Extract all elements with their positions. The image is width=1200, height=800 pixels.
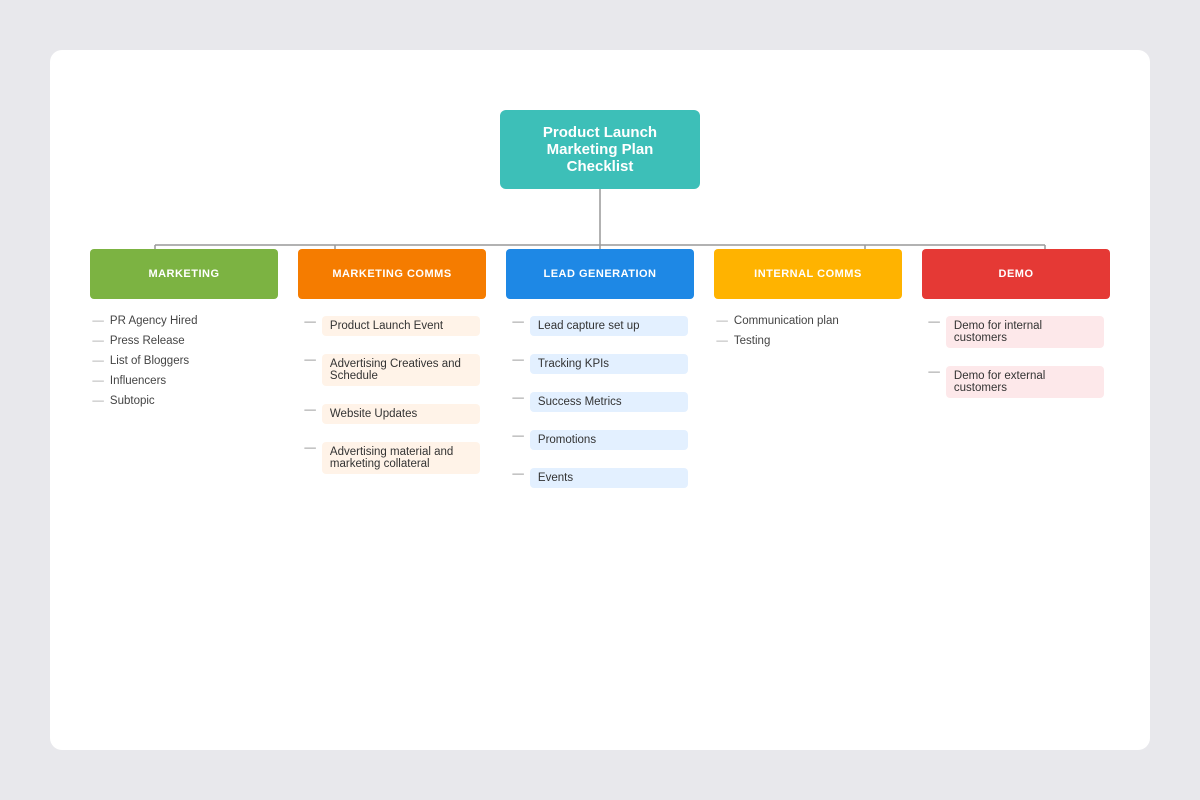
list-item: Promotions [506,425,693,459]
lead-gen-items: Lead capture set up Tracking KPIs Succes… [506,311,693,501]
internal-comms-items: Communication plan Testing [714,311,901,351]
list-item: Testing [714,331,901,351]
branches-container: MARKETING PR Agency Hired Press Release … [50,249,1150,501]
branch-internal-comms: INTERNAL COMMS Communication plan Testin… [714,249,901,501]
root-label: Product Launch Marketing Plan Checklist [543,124,657,175]
list-item: Subtopic [90,391,277,411]
branch-lead-generation: LEAD GENERATION Lead capture set up Trac… [506,249,693,501]
list-item: PR Agency Hired [90,311,277,331]
list-item: Communication plan [714,311,901,331]
list-item: Demo for external customers [922,361,1109,407]
list-item: Lead capture set up [506,311,693,345]
category-marketing: MARKETING [90,249,277,299]
category-internal-comms: INTERNAL COMMS [714,249,901,299]
category-lead-generation: LEAD GENERATION [506,249,693,299]
list-item: Influencers [90,371,277,391]
list-item: Events [506,463,693,497]
list-item: Tracking KPIs [506,349,693,383]
branch-marketing: MARKETING PR Agency Hired Press Release … [90,249,277,501]
branch-demo: DEMO Demo for internal customers Demo fo… [922,249,1109,501]
mind-map-canvas: Product Launch Marketing Plan Checklist … [50,50,1150,750]
branch-marketing-comms: MARKETING COMMS Product Launch Event Adv… [298,249,485,501]
marketing-items: PR Agency Hired Press Release List of Bl… [90,311,277,411]
list-item: Product Launch Event [298,311,485,345]
category-demo: DEMO [922,249,1109,299]
list-item: Press Release [90,331,277,351]
list-item: Advertising material and marketing colla… [298,437,485,483]
root-node: Product Launch Marketing Plan Checklist [500,110,700,189]
list-item: Website Updates [298,399,485,433]
list-item: Advertising Creatives and Schedule [298,349,485,395]
list-item: Demo for internal customers [922,311,1109,357]
marketing-comms-items: Product Launch Event Advertising Creativ… [298,311,485,487]
list-item: Success Metrics [506,387,693,421]
demo-items: Demo for internal customers Demo for ext… [922,311,1109,411]
list-item: List of Bloggers [90,351,277,371]
category-marketing-comms: MARKETING COMMS [298,249,485,299]
